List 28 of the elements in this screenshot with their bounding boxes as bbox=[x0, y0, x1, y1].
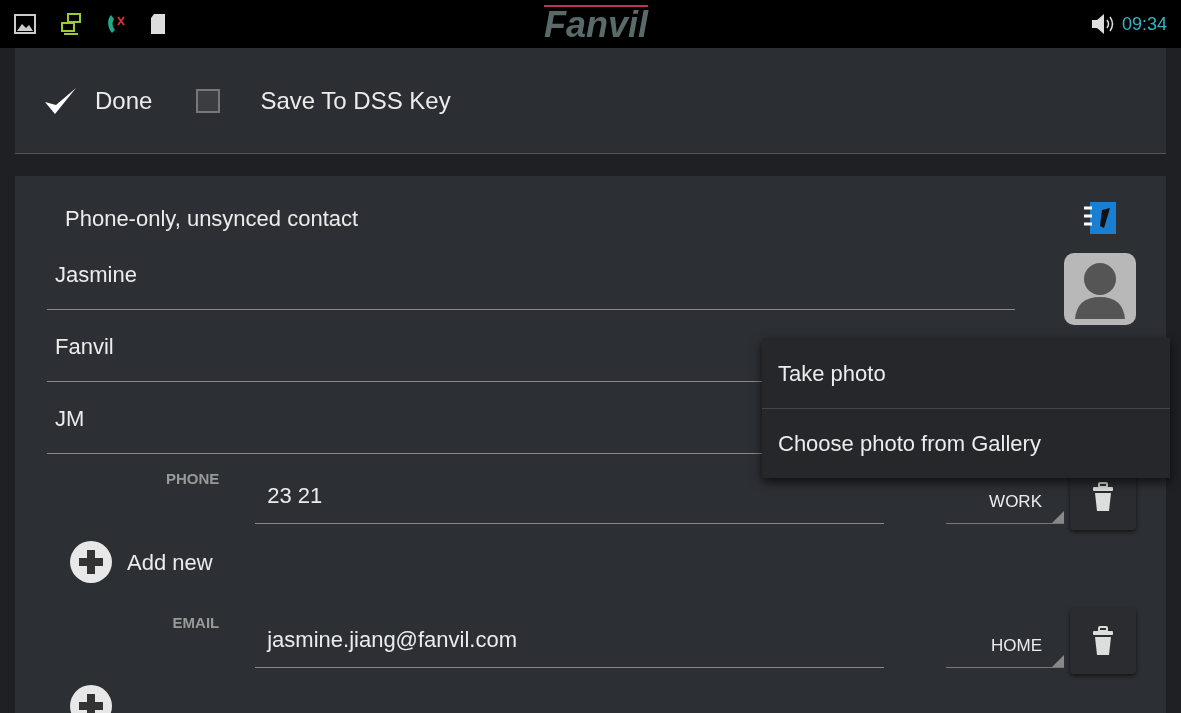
menu-item[interactable]: Choose photo from Gallery bbox=[762, 408, 1170, 478]
corner-triangle-icon bbox=[1052, 511, 1064, 523]
checkmark-icon bbox=[43, 85, 77, 116]
save-to-dss-label: Save To DSS Key bbox=[260, 85, 451, 116]
field-type-label: PHONE bbox=[164, 469, 220, 489]
type-dropdown[interactable]: HOME bbox=[946, 624, 1064, 668]
avatar-button[interactable] bbox=[1064, 253, 1136, 325]
add-new-label[interactable]: Add new bbox=[127, 545, 213, 579]
account-label: Phone-only, unsynced contact bbox=[64, 204, 359, 233]
save-to-dss-checkbox[interactable] bbox=[196, 88, 221, 113]
type-dropdown[interactable]: WORK bbox=[946, 480, 1064, 524]
picture-icon bbox=[14, 14, 36, 34]
text-field[interactable]: jasmine.jiang@fanvil.com bbox=[255, 612, 885, 668]
speaker-icon bbox=[1089, 13, 1114, 35]
field-type-label: EMAIL bbox=[171, 613, 220, 633]
delete-button[interactable] bbox=[1070, 608, 1136, 674]
trash-icon bbox=[1092, 482, 1114, 512]
add-icon[interactable] bbox=[69, 540, 113, 584]
text-field[interactable]: Jasmine bbox=[47, 238, 1015, 310]
contact-book-icon[interactable] bbox=[1082, 200, 1118, 236]
corner-triangle-icon bbox=[1052, 655, 1064, 667]
logo: Fanvil bbox=[544, 5, 649, 43]
sd-card-icon bbox=[150, 13, 166, 35]
phone-icon bbox=[106, 13, 126, 35]
done-button[interactable]: Done bbox=[43, 82, 153, 119]
trash-icon bbox=[1092, 626, 1114, 656]
network-icon bbox=[60, 13, 82, 35]
clock: 09:34 bbox=[1121, 12, 1167, 36]
